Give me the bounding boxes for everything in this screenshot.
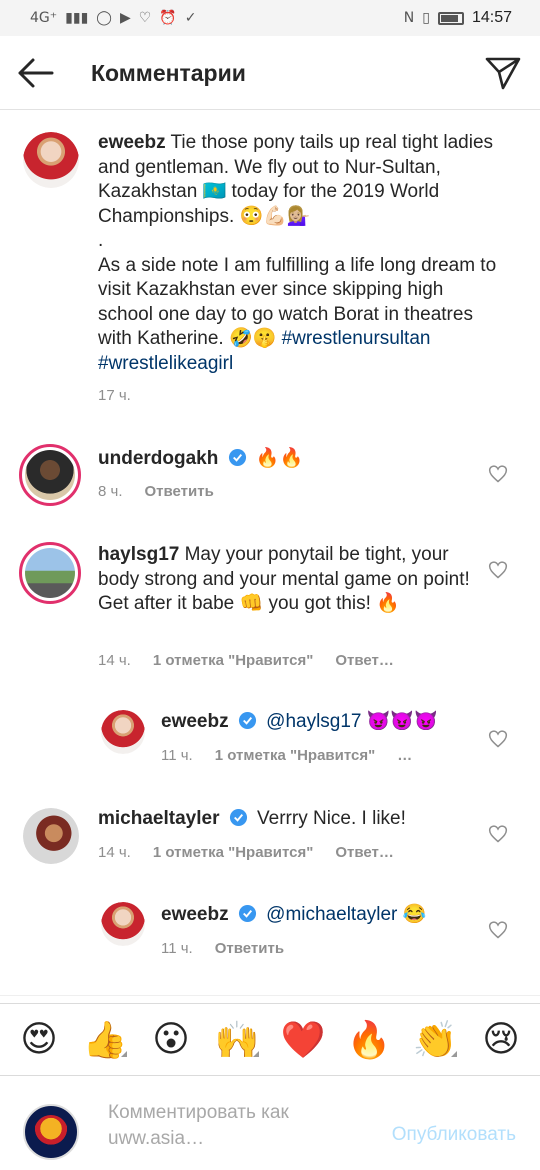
verified-badge-icon xyxy=(238,711,256,730)
reply-meta: 11 ч. Ответить xyxy=(161,940,284,957)
uww-asia-avatar xyxy=(23,1104,79,1160)
reply-meta: 11 ч. 1 отметка "Нравится" … xyxy=(161,747,412,764)
caption-time: 17 ч. xyxy=(98,387,131,404)
like-heart-icon[interactable] xyxy=(488,464,508,484)
emoji-surprised[interactable]: 😮 xyxy=(145,1019,197,1060)
likes-count[interactable]: 1 отметка "Нравится" xyxy=(215,747,376,764)
reply-avatar[interactable] xyxy=(101,902,145,946)
comment-body: 😂 xyxy=(397,904,427,925)
alarm-icon: ⏰ xyxy=(159,10,177,26)
skin-tone-indicator xyxy=(121,1050,127,1057)
emoji-heart[interactable]: ❤️ xyxy=(277,1019,329,1061)
mention-link[interactable]: @michaeltayler xyxy=(266,904,397,925)
reply-button[interactable]: Ответ… xyxy=(335,844,394,861)
caption-dot: . xyxy=(98,230,104,251)
comment-meta: 14 ч. 1 отметка "Нравится" Ответ… xyxy=(98,844,394,861)
comment-username[interactable]: haylsg17 xyxy=(98,544,179,565)
status-time: 14:57 xyxy=(471,9,512,26)
reply-button[interactable]: Ответ… xyxy=(335,652,394,669)
comment-time: 11 ч. xyxy=(161,940,193,957)
comment-time: 14 ч. xyxy=(98,844,131,861)
likes-count[interactable]: 1 отметка "Нравится" xyxy=(153,652,314,669)
comment-username[interactable]: eweebz xyxy=(161,711,229,732)
like-heart-icon[interactable] xyxy=(488,560,508,580)
skin-tone-indicator xyxy=(451,1050,457,1057)
caption-text: eweebz Tie those pony tails up real tigh… xyxy=(98,131,498,376)
uww-logo-icon xyxy=(34,1115,68,1149)
comment-time: 8 ч. xyxy=(98,483,123,500)
caption-meta: 17 ч. xyxy=(98,387,131,404)
comment-body: 😈😈😈 xyxy=(361,711,438,732)
comment-meta: 8 ч. Ответить xyxy=(98,483,214,500)
battery-fill xyxy=(440,14,458,22)
youtube-icon: ▶ xyxy=(119,10,131,26)
list-divider xyxy=(0,995,540,1001)
reply-avatar[interactable] xyxy=(101,710,145,754)
reply-text: eweebz @haylsg17 😈😈😈 xyxy=(161,710,481,735)
status-left: 4G⁺ ▮▮▮ ◯ ▶ ♡ ⏰ ✓ xyxy=(30,10,196,26)
comment-text: michaeltayler Verrry Nice. I like! xyxy=(98,807,478,832)
comment-avatar[interactable] xyxy=(19,542,81,604)
reply-text: eweebz @michaeltayler 😂 xyxy=(161,903,481,928)
comment-input[interactable]: Комментировать как uww.asia… xyxy=(108,1100,358,1152)
emoji-fire[interactable]: 🔥 xyxy=(343,1019,395,1061)
emoji-clap[interactable]: 👏 xyxy=(409,1019,461,1061)
comment-avatar[interactable] xyxy=(19,444,81,506)
app-header: Комментарии xyxy=(0,36,540,110)
emoji-heart-eyes[interactable]: 😍 xyxy=(13,1019,65,1060)
reply-button[interactable]: … xyxy=(397,747,412,764)
comment-time: 14 ч. xyxy=(98,652,131,669)
reply-button[interactable]: Ответить xyxy=(215,940,284,957)
hashtag-link[interactable]: #wrestlelikeagirl xyxy=(98,353,233,374)
signal-icon: ▮▮▮ xyxy=(65,10,89,26)
page-title: Комментарии xyxy=(91,60,246,86)
comment-username[interactable]: eweebz xyxy=(161,904,229,925)
like-heart-icon[interactable] xyxy=(488,920,508,940)
comment-username[interactable]: underdogakh xyxy=(98,448,218,469)
like-heart-icon[interactable] xyxy=(488,824,508,844)
comment-meta: 14 ч. 1 отметка "Нравится" Ответ… xyxy=(98,652,394,669)
comment-username[interactable]: michaeltayler xyxy=(98,808,219,829)
status-bar: 4G⁺ ▮▮▮ ◯ ▶ ♡ ⏰ ✓ N ▯ 14:57 xyxy=(0,0,540,36)
status-right: N ▯ 14:57 xyxy=(404,9,512,27)
caption-username[interactable]: eweebz xyxy=(98,132,166,153)
whatsapp-icon: ◯ xyxy=(96,10,112,26)
network-type: 4G⁺ xyxy=(30,10,58,26)
comment-text: haylsg17 May your ponytail be tight, you… xyxy=(98,543,488,617)
emoji-thumbs-up[interactable]: 👍 xyxy=(79,1019,131,1061)
comment-body: 🔥🔥 xyxy=(255,448,304,469)
hashtag-link[interactable]: #wrestlenursultan xyxy=(282,328,431,349)
back-arrow-icon[interactable] xyxy=(16,56,56,90)
comment-avatar[interactable] xyxy=(23,808,79,864)
emoji-crying[interactable]: 😢 xyxy=(475,1019,527,1060)
comment-time: 11 ч. xyxy=(161,747,193,764)
battery-icon xyxy=(437,11,464,25)
nfc-icon: N xyxy=(403,10,415,26)
verified-badge-icon xyxy=(229,808,247,827)
skin-tone-indicator xyxy=(253,1050,259,1057)
mention-link[interactable]: @haylsg17 xyxy=(266,711,361,732)
verified-badge-icon xyxy=(238,904,256,923)
caption-avatar[interactable] xyxy=(23,132,79,188)
heartbeat-icon: ♡ xyxy=(138,10,152,26)
like-heart-icon[interactable] xyxy=(488,729,508,749)
emoji-quick-bar: 😍 👍 😮 🙌 ❤️ 🔥 👏 😢 xyxy=(0,1003,540,1075)
check-icon: ✓ xyxy=(184,10,197,26)
emoji-raised-hands[interactable]: 🙌 xyxy=(211,1019,263,1061)
vibrate-icon: ▯ xyxy=(422,10,430,26)
comment-text: underdogakh 🔥🔥 xyxy=(98,447,478,472)
comment-composer: Комментировать как uww.asia… Опубликоват… xyxy=(0,1075,540,1170)
publish-button[interactable]: Опубликовать xyxy=(392,1124,516,1146)
direct-send-icon[interactable] xyxy=(484,54,522,92)
reply-button[interactable]: Ответить xyxy=(145,483,214,500)
likes-count[interactable]: 1 отметка "Нравится" xyxy=(153,844,314,861)
verified-badge-icon xyxy=(228,448,246,467)
comment-body: Verrry Nice. I like! xyxy=(257,808,406,829)
